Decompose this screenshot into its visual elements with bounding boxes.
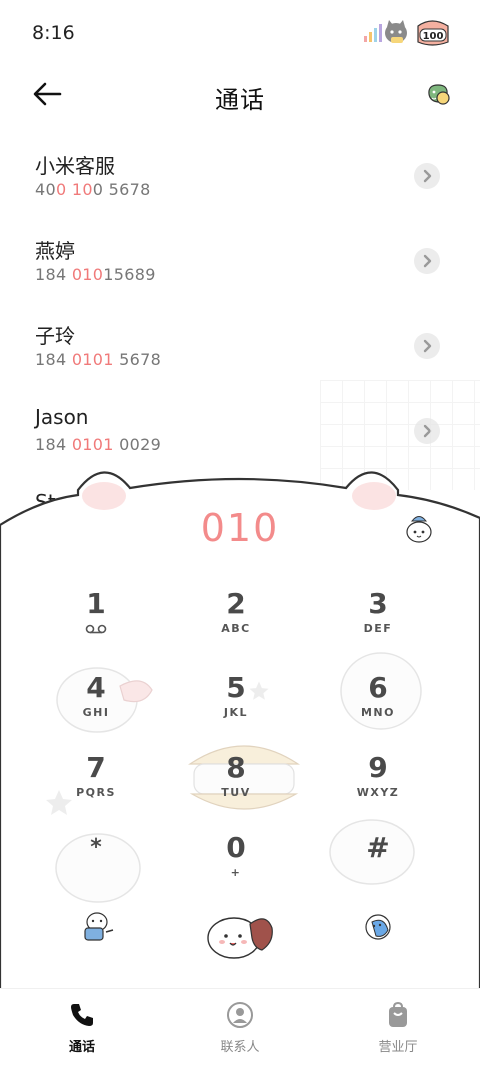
dial-key-8[interactable]: 8 TUV bbox=[176, 752, 296, 822]
dial-key-hash[interactable]: # bbox=[318, 832, 438, 902]
page-title: 通话 bbox=[215, 86, 265, 114]
contact-name: Jason bbox=[35, 405, 89, 429]
contact-number: 184 0101 0029 bbox=[35, 435, 162, 454]
mascot-theme-icon[interactable] bbox=[424, 80, 452, 108]
mascot-sticker-icon[interactable] bbox=[404, 512, 434, 544]
person-icon bbox=[227, 1002, 253, 1028]
dial-key-2[interactable]: 2 ABC bbox=[176, 588, 296, 658]
contact-number: 400 100 5678 bbox=[35, 180, 151, 199]
voicemail-icon bbox=[85, 624, 107, 634]
dial-key-3[interactable]: 3 DEF bbox=[318, 588, 438, 658]
contact-name: 小米客服 bbox=[35, 154, 115, 178]
nav-tab-service-hall[interactable]: 营业厅 bbox=[348, 1001, 448, 1055]
phone-icon bbox=[71, 1004, 93, 1026]
chevron-right-icon[interactable] bbox=[414, 163, 440, 189]
cat-sticker-icon bbox=[385, 20, 407, 43]
contact-name: 子玲 bbox=[35, 324, 75, 348]
chevron-right-icon[interactable] bbox=[414, 333, 440, 359]
dial-key-9[interactable]: 9 WXYZ bbox=[318, 752, 438, 822]
dial-key-7[interactable]: 7 PQRS bbox=[36, 752, 156, 822]
chevron-right-icon[interactable] bbox=[414, 248, 440, 274]
nav-tab-calls[interactable]: 通话 bbox=[32, 1001, 132, 1055]
signal-icon bbox=[364, 24, 382, 42]
dialpad: 010 1 2 ABC 3 DEF 4 GHI 5 JKL 6 MNO 7 PQ… bbox=[0, 470, 480, 1067]
bottom-nav: 通话 联系人 营业厅 bbox=[0, 988, 480, 1068]
bag-icon bbox=[389, 1001, 407, 1027]
call-button-mascot-icon[interactable] bbox=[204, 910, 276, 960]
dial-key-6[interactable]: 6 MNO bbox=[318, 672, 438, 742]
nav-tab-contacts[interactable]: 联系人 bbox=[190, 1001, 290, 1055]
svg-text:100: 100 bbox=[423, 31, 444, 42]
contact-row[interactable]: 小米客服 400 100 5678 bbox=[0, 130, 480, 214]
dial-key-0[interactable]: 0 + bbox=[176, 832, 296, 902]
contact-number: 184 01015689 bbox=[35, 265, 156, 284]
battery-icon: 100 bbox=[417, 20, 449, 46]
hide-dialpad-mascot-icon[interactable] bbox=[80, 910, 116, 944]
dial-key-star[interactable]: * bbox=[36, 832, 156, 902]
header: 通话 bbox=[0, 66, 480, 126]
status-icons: 100 bbox=[364, 20, 449, 46]
dial-key-4[interactable]: 4 GHI bbox=[36, 672, 156, 742]
contact-number: 184 0101 5678 bbox=[35, 350, 162, 369]
status-time: 8:16 bbox=[32, 22, 75, 44]
contact-name: 燕婷 bbox=[35, 239, 75, 263]
delete-mascot-icon[interactable] bbox=[362, 910, 394, 942]
dial-key-5[interactable]: 5 JKL bbox=[176, 672, 296, 742]
contact-row[interactable]: 子玲 184 0101 5678 bbox=[0, 300, 480, 384]
dial-key-1[interactable]: 1 bbox=[36, 588, 156, 658]
contact-row[interactable]: 燕婷 184 01015689 bbox=[0, 215, 480, 299]
status-bar: 8:16 100 bbox=[0, 0, 480, 66]
